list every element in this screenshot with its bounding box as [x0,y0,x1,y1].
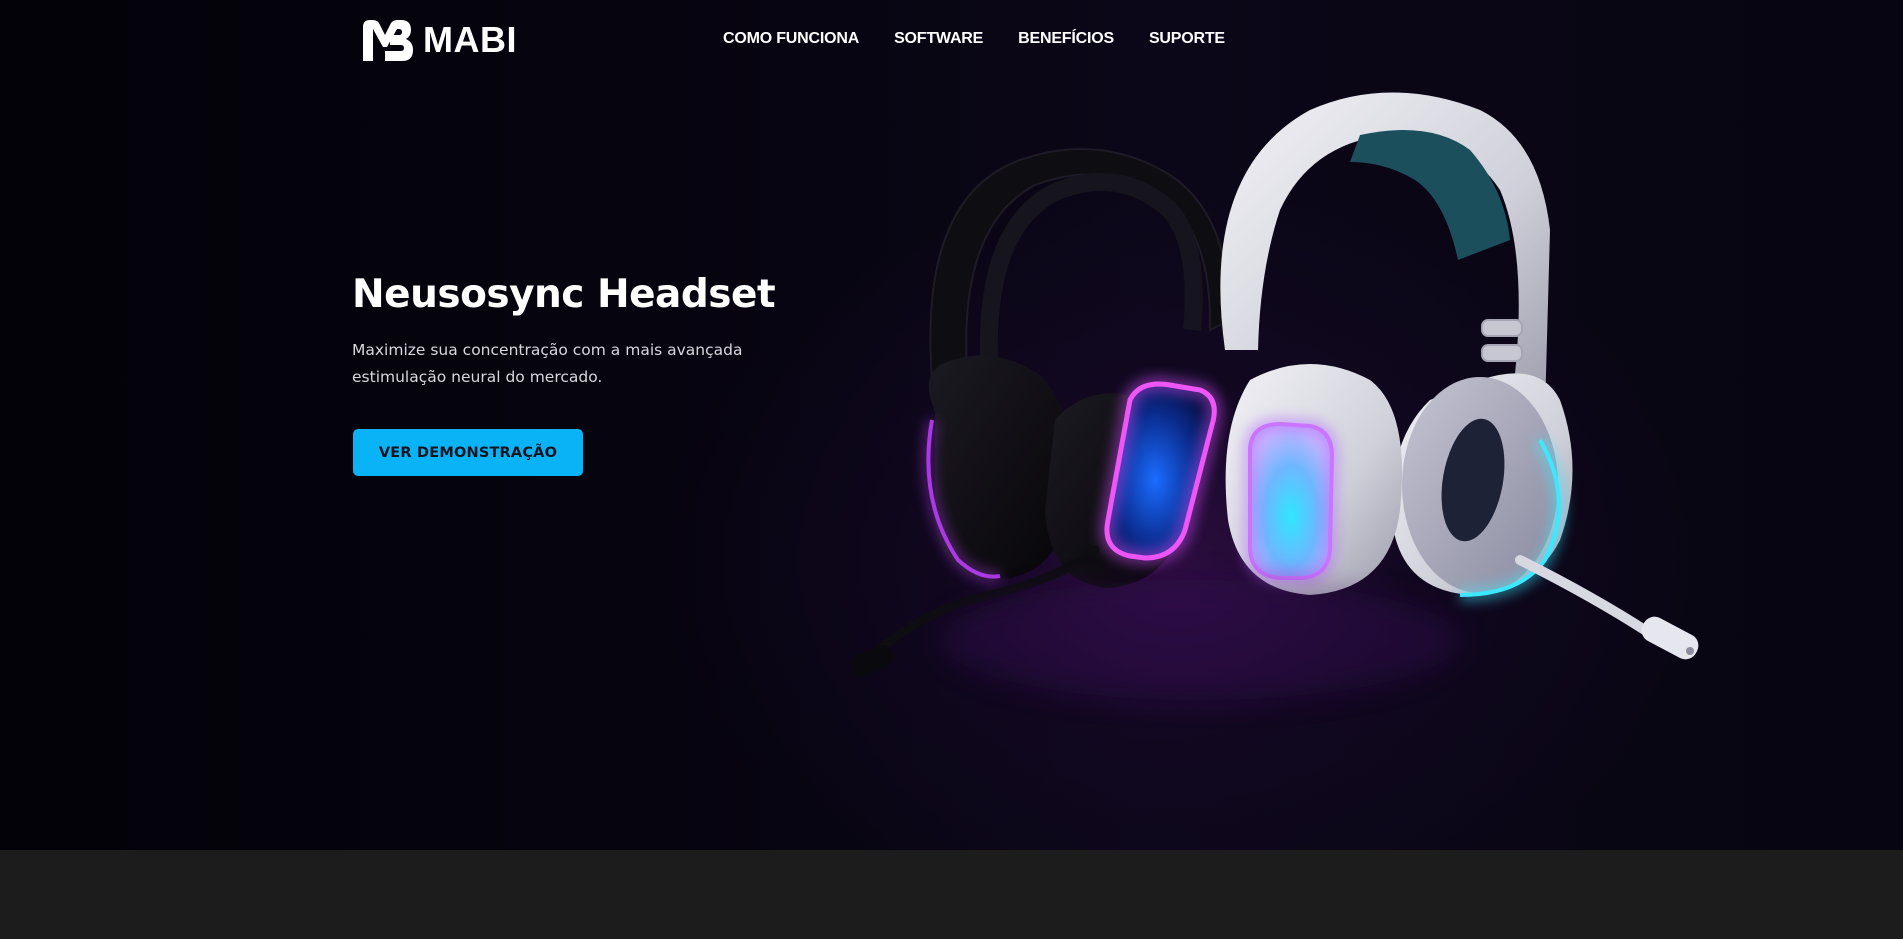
nav-item-software[interactable]: SOFTWARE [894,30,983,48]
main-nav: COMO FUNCIONA SOFTWARE BENEFÍCIOS SUPORT… [723,30,1225,48]
demo-button[interactable]: VER DEMONSTRAÇÃO [353,429,583,476]
footer-band [0,850,1903,939]
brand-name: MABI [423,19,517,60]
white-headset [1220,92,1699,660]
headset-product-image [850,92,1699,700]
nav-item-suporte[interactable]: SUPORTE [1149,30,1225,48]
nav-item-como-funciona[interactable]: COMO FUNCIONA [723,30,859,48]
mabi-logo-icon [363,20,413,61]
nav-item-beneficios[interactable]: BENEFÍCIOS [1018,30,1114,48]
hero-section: MABI COMO FUNCIONA SOFTWARE BENEFÍCIOS S… [0,0,1903,850]
brand-logo[interactable]: MABI [359,17,517,63]
hero-title: Neusosync Headset [352,272,776,317]
hero-subtitle: Maximize sua concentração com a mais ava… [352,341,743,386]
